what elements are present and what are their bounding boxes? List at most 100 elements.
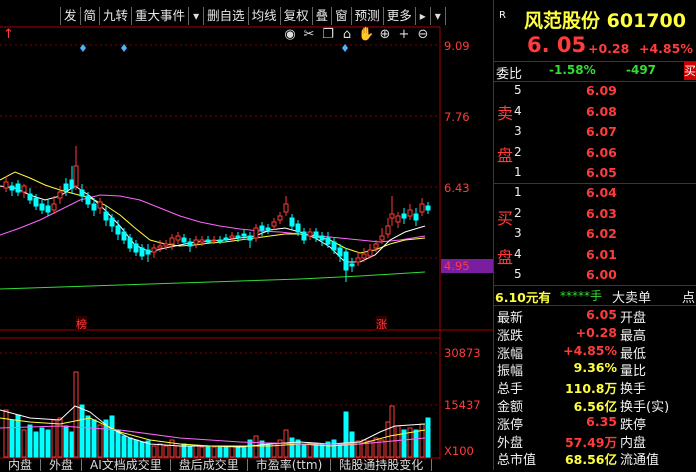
volume-bar: [187, 445, 193, 458]
candle-body: [193, 239, 199, 245]
circle-plus-icon[interactable]: ⊕: [377, 27, 393, 42]
buy-level-level: 2: [514, 205, 522, 220]
stat-label: 总市值: [497, 453, 537, 469]
weicha-value: -497: [626, 63, 657, 77]
candle-body: [91, 203, 97, 211]
toolbar-more[interactable]: 更多: [384, 7, 416, 25]
candle-body: [355, 257, 361, 263]
weibi-value: -1.58%: [549, 63, 596, 77]
stat-value: 6.05: [586, 307, 617, 322]
candle-body: [401, 213, 407, 219]
candle-body: [301, 231, 307, 241]
buy-level-price: 6.03: [586, 205, 617, 221]
candle-body: [229, 235, 235, 239]
hand-icon[interactable]: ✋: [358, 27, 374, 42]
toolbar-delete-favorite[interactable]: 删自选: [204, 7, 249, 25]
candle-body: [211, 239, 217, 242]
candle-body: [343, 251, 349, 271]
tab-ai-volume[interactable]: AI文档成交里: [82, 459, 171, 471]
stat-right-label: 最高: [620, 328, 647, 344]
sell-level-row[interactable]: 5 6.09: [494, 83, 696, 101]
eye-icon[interactable]: ◉: [282, 27, 298, 42]
volume-unit-label: X100: [444, 444, 474, 458]
buy-level-row[interactable]: 4 6.01: [494, 247, 696, 265]
sell-level-row[interactable]: 1 6.05: [494, 165, 696, 183]
stat-label: 涨幅: [497, 346, 524, 362]
sell-level-row[interactable]: 2 6.06: [494, 145, 696, 163]
current-price: 6. 05: [527, 33, 587, 57]
zoom-in-icon[interactable]: +: [396, 27, 412, 42]
volume-bar: [115, 429, 121, 458]
candle-body: [319, 235, 325, 241]
tab-pe-ttm[interactable]: 市盈率(ttm): [248, 459, 332, 471]
kline-chart[interactable]: [0, 0, 493, 470]
gift-icon[interactable]: ⌂: [339, 27, 355, 42]
candle-body: [235, 235, 241, 239]
stat-label: 涨跌: [497, 328, 524, 344]
stat-row: 涨跌 +0.28 最高: [494, 325, 696, 344]
candle-body: [361, 253, 367, 259]
candle-body: [187, 241, 193, 247]
volume-bar: [205, 445, 211, 458]
toolbar-forecast[interactable]: 预测: [352, 7, 384, 25]
stat-right-label: 换手(实): [620, 400, 670, 415]
candle-body: [247, 235, 253, 241]
buy-level-row[interactable]: 2 6.03: [494, 206, 696, 224]
volume-bar: [91, 419, 97, 458]
toolbar-fa[interactable]: 发: [60, 7, 81, 25]
volume-bar: [157, 443, 163, 458]
volume-axis-label: 15437: [444, 398, 481, 412]
stat-row: 最新 6.05 开盘: [494, 307, 696, 326]
tab-inner-volume[interactable]: 内盘: [0, 459, 42, 471]
tab-outer-volume[interactable]: 外盘: [41, 459, 83, 471]
volume-bar: [85, 415, 91, 458]
toolbar-jiuzhuan[interactable]: 九转: [100, 7, 133, 25]
toolbar-overlay[interactable]: 叠: [313, 7, 333, 25]
candle-body: [145, 249, 151, 255]
buy-level-row[interactable]: 5 6.00: [494, 267, 696, 285]
stat-row: 外盘 57.49万 内盘: [494, 432, 696, 451]
toolbar-next-icon[interactable]: ▸: [416, 7, 431, 25]
rank-marker[interactable]: 榜: [76, 316, 87, 332]
volume-bar: [211, 446, 217, 458]
candle-body: [271, 221, 277, 227]
candle-body: [259, 225, 265, 231]
candle-body: [385, 225, 391, 235]
sell-level-row[interactable]: 3 6.07: [494, 124, 696, 142]
scissors-icon[interactable]: ✂: [301, 27, 317, 42]
stat-label: 最新: [497, 311, 524, 326]
stat-right-label: 开盘: [620, 311, 647, 326]
tab-after-hours[interactable]: 盘后成交里: [171, 459, 248, 471]
toolbar-dropdown-icon[interactable]: ▾: [189, 7, 205, 25]
toolbar-adjust[interactable]: 复权: [281, 7, 313, 25]
toolbar-major-events[interactable]: 重大事件: [132, 7, 190, 25]
volume-bar: [331, 439, 337, 458]
stat-value: +4.85%: [563, 342, 617, 358]
volume-bar: [223, 446, 229, 458]
volume-bar: [389, 405, 395, 458]
toolbar-window[interactable]: 窗: [332, 7, 352, 25]
weibi-label: 委比: [496, 67, 523, 82]
buy-level-row[interactable]: 3 6.02: [494, 226, 696, 244]
buy-level-price: 6.01: [586, 246, 617, 262]
sell-level-row[interactable]: 4 6.08: [494, 104, 696, 122]
copy-icon[interactable]: ❐: [320, 27, 336, 42]
price-change-pct: +4.85%: [639, 41, 693, 56]
toolbar-jian[interactable]: 简: [81, 7, 101, 25]
buy-level-row[interactable]: 1 6.04: [494, 185, 696, 203]
toolbar-moving-average[interactable]: 均线: [249, 7, 281, 25]
limit-up-marker[interactable]: 涨: [376, 316, 387, 332]
candle-body: [367, 249, 373, 257]
tab-northbound[interactable]: 陆股通持股变化: [331, 459, 433, 471]
volume-bar: [69, 431, 75, 458]
candle-body: [121, 231, 127, 241]
zoom-out-icon[interactable]: ⊖: [415, 27, 431, 42]
stat-row: 金额 6.56亿 换手(实): [494, 396, 696, 415]
stat-right-label: 换手: [620, 382, 647, 398]
weicha-tag: 买: [684, 62, 696, 80]
candle-body: [289, 217, 295, 227]
buy-level-level: 3: [514, 226, 522, 240]
volume-bar: [27, 424, 33, 458]
toolbar-more-dropdown-icon[interactable]: ▾: [431, 7, 446, 25]
candle-body: [295, 223, 301, 233]
